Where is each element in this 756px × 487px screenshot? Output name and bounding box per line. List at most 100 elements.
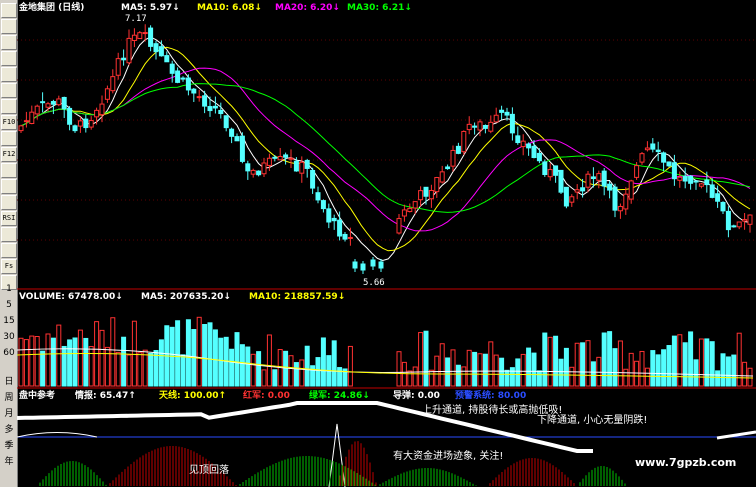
ma30-line <box>20 83 751 213</box>
candle-body <box>310 170 316 189</box>
candle-body <box>342 233 348 240</box>
candle-body <box>677 176 683 181</box>
candle-body <box>455 145 461 154</box>
candle-body <box>655 149 661 153</box>
f12-icon[interactable]: F12 <box>1 147 17 162</box>
ma10-line <box>20 46 751 252</box>
volume-bar <box>725 356 731 387</box>
volume-bar <box>207 322 213 387</box>
volume-bar <box>536 370 542 387</box>
bar-chart-icon[interactable] <box>1 35 17 50</box>
volume-bar <box>304 345 310 387</box>
volume-bar <box>585 340 591 387</box>
pencil-icon[interactable] <box>1 179 17 194</box>
period-minutes-1[interactable]: 1 <box>2 284 16 294</box>
volume-bar <box>137 352 143 387</box>
volume-bar <box>574 342 580 387</box>
candlestick-icon[interactable] <box>1 19 17 34</box>
swap-icon[interactable] <box>1 227 17 242</box>
move-icon[interactable] <box>1 243 17 258</box>
candle-body <box>207 106 213 112</box>
candle-body <box>515 135 521 144</box>
candle-body <box>590 176 596 180</box>
document-icon[interactable] <box>1 83 17 98</box>
candle-body <box>56 98 62 106</box>
candle-body <box>666 161 672 167</box>
candle-body <box>547 169 553 178</box>
period-minutes-15[interactable]: 15 <box>2 316 16 326</box>
candle-body <box>148 27 154 47</box>
volume-bar <box>509 367 515 387</box>
candle-body <box>558 169 564 193</box>
candle-body <box>747 214 753 225</box>
volume-bar <box>709 341 715 387</box>
candle-body <box>698 183 704 187</box>
volume-bar <box>488 341 494 387</box>
volume-bar <box>266 334 272 387</box>
candle-body <box>326 208 332 223</box>
volume-bar <box>526 347 532 387</box>
candle-body <box>725 210 731 231</box>
volume-bar <box>515 358 521 387</box>
f10-icon[interactable]: F10 <box>1 115 17 130</box>
candle-body <box>688 175 694 184</box>
candle-body <box>553 165 559 176</box>
candle-body <box>261 162 267 175</box>
candle-body <box>499 109 505 113</box>
sync-icon[interactable] <box>1 163 17 178</box>
candle-body <box>99 103 105 116</box>
volume-bar <box>142 349 148 387</box>
note-capital: 有大资金进场迹象, 关注! <box>393 449 503 462</box>
period-button-5[interactable]: 年 <box>2 454 16 467</box>
grid-icon[interactable] <box>1 51 17 66</box>
info-curve <box>17 432 98 438</box>
period-button-2[interactable]: 月 <box>2 406 16 419</box>
candle-body <box>34 105 40 115</box>
candle-body <box>169 63 175 74</box>
period-minutes-30[interactable]: 30 <box>2 332 16 342</box>
candle-body <box>61 96 67 110</box>
period-button-3[interactable]: 多 <box>2 422 16 435</box>
candle-body <box>234 136 240 142</box>
note-top: 见顶回落 <box>189 464 229 476</box>
period-button-0[interactable]: 日 <box>2 374 16 387</box>
volume-bar <box>40 350 46 387</box>
volume-bar <box>61 345 67 387</box>
candle-body <box>352 261 358 269</box>
period-minutes-5[interactable]: 5 <box>2 300 16 310</box>
candle-body <box>580 187 586 192</box>
volume-ma5: MA5: 207635.20↓ <box>141 292 231 302</box>
rsi-icon[interactable]: RSI <box>1 211 17 226</box>
calculator-icon[interactable] <box>1 195 17 210</box>
candle-body <box>634 165 640 178</box>
volume-bar <box>601 332 607 387</box>
fs-icon[interactable]: Fs <box>1 259 17 274</box>
volume-bar <box>45 333 51 387</box>
volume-bar <box>239 344 245 387</box>
period-button-1[interactable]: 周 <box>2 390 16 403</box>
candle-body <box>493 114 499 123</box>
ma20-line <box>20 67 751 232</box>
line-chart-icon[interactable] <box>1 3 17 18</box>
candle-body <box>158 46 164 57</box>
volume-bar <box>671 335 677 387</box>
candle-body <box>563 186 569 207</box>
candle-body <box>466 123 472 131</box>
volume-bar <box>547 336 553 387</box>
file-icon[interactable] <box>1 131 17 146</box>
volume-bar <box>504 369 510 387</box>
chart-icon[interactable] <box>1 99 17 114</box>
candle-body <box>461 130 467 153</box>
volume-bar <box>23 339 29 387</box>
volume-bar <box>99 329 105 387</box>
period-minutes-60[interactable]: 60 <box>2 348 16 358</box>
candle-body <box>742 219 748 222</box>
period-button-4[interactable]: 季 <box>2 438 16 451</box>
candle-body <box>445 166 451 170</box>
ma5-line <box>20 36 751 262</box>
volume-bar <box>747 367 753 387</box>
volume-bar <box>110 317 116 387</box>
volume-bar <box>67 339 73 387</box>
volume-bar <box>34 336 40 387</box>
price-table-icon[interactable] <box>1 67 17 82</box>
